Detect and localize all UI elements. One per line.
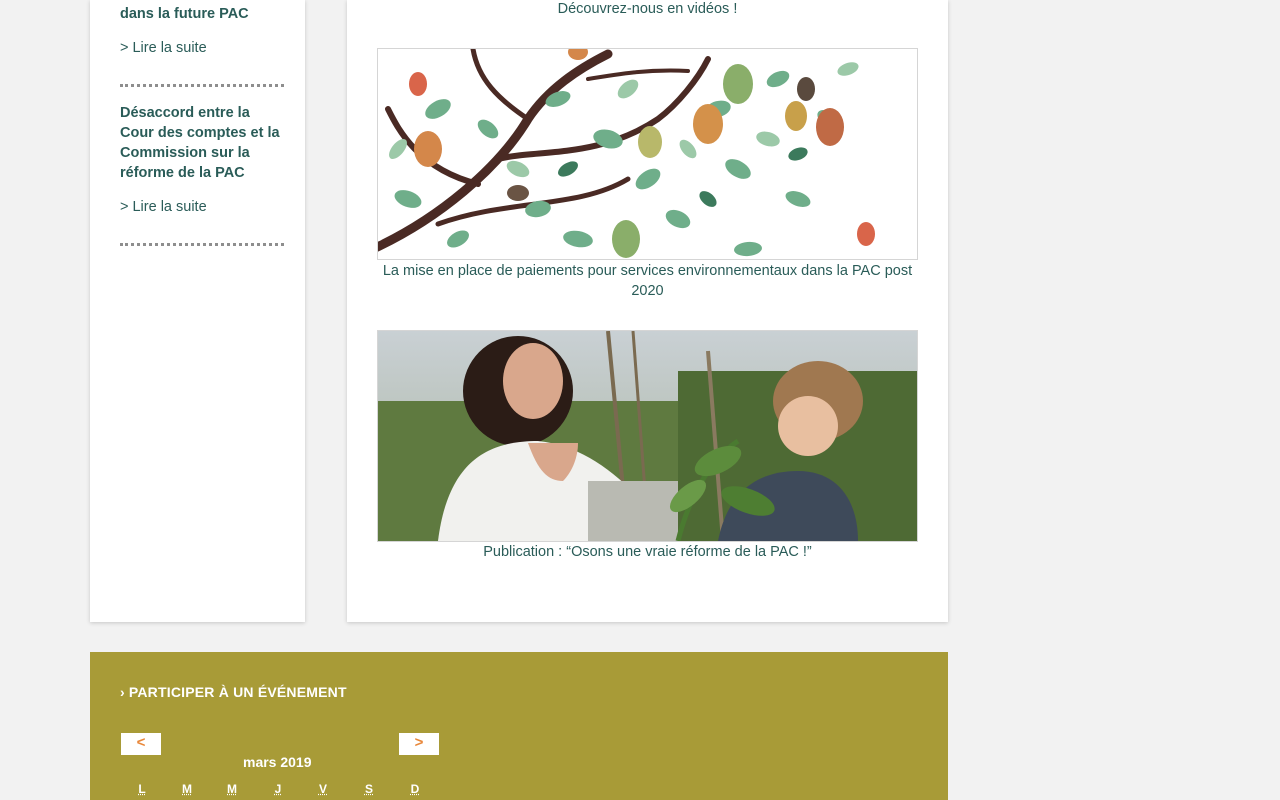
media-caption[interactable]: Publication : “Osons une vraie réforme d…: [377, 542, 918, 562]
dotted-divider: [120, 84, 284, 87]
next-month-button[interactable]: >: [399, 733, 439, 755]
prev-month-button[interactable]: <: [121, 733, 161, 755]
news-sidebar: dans la future PAC > Lire la suite Désac…: [90, 0, 305, 622]
news-title[interactable]: Désaccord entre la Cour des comptes et l…: [120, 103, 280, 183]
day-name: M: [182, 782, 192, 796]
events-heading-label: Participer à un événement: [128, 684, 347, 700]
news-title[interactable]: dans la future PAC: [120, 4, 280, 24]
events-heading[interactable]: › Participer à un événement: [120, 684, 347, 700]
day-name: S: [364, 782, 373, 796]
main-content: Découvrez-nous en vidéos ! La mise en pl…: [347, 0, 948, 622]
day-name: D: [410, 782, 420, 796]
read-more-link[interactable]: > Lire la suite: [120, 199, 207, 215]
day-name: L: [138, 782, 146, 796]
tree-illustration-image[interactable]: [377, 48, 918, 260]
garden-photo-image[interactable]: [377, 330, 918, 542]
day-name: V: [318, 782, 327, 796]
day-name: J: [274, 782, 282, 796]
calendar-month-label: mars 2019: [243, 754, 312, 770]
intro-text: Découvrez-nous en vidéos !: [557, 1, 738, 17]
media-caption[interactable]: La mise en place de paiements pour servi…: [377, 261, 918, 301]
events-calendar-section: › Participer à un événement < > mars 2019…: [90, 652, 948, 800]
read-more-link[interactable]: > Lire la suite: [120, 40, 207, 56]
dotted-divider: [120, 243, 284, 246]
chevron-right-icon: ›: [120, 684, 125, 700]
day-name: M: [227, 782, 237, 796]
